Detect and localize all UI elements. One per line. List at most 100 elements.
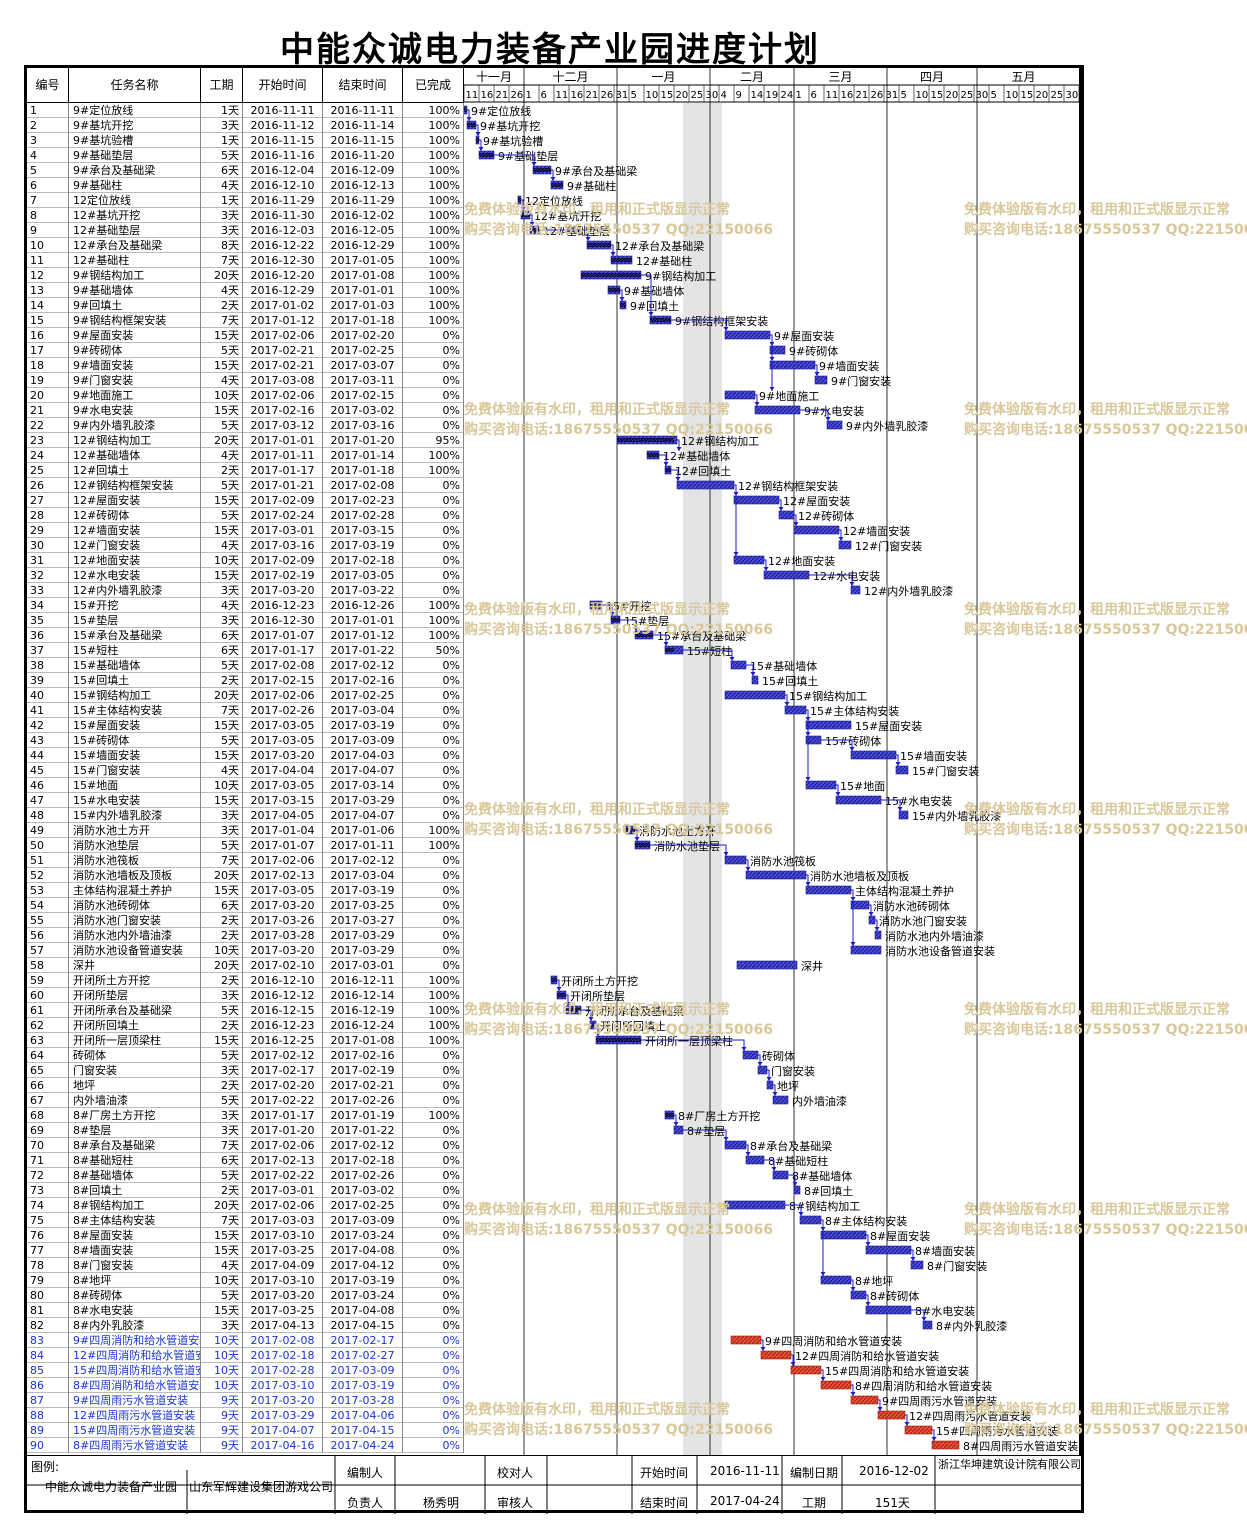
table-row[interactable]: 46 15#地面 10天 2017-03-05 2017-03-14 0% bbox=[27, 778, 464, 793]
table-row[interactable]: 23 12#钢结构加工 20天 2017-01-01 2017-01-20 95% bbox=[27, 433, 464, 448]
table-row[interactable]: 19 9#门窗安装 4天 2017-03-08 2017-03-11 0% bbox=[27, 373, 464, 388]
table-row[interactable]: 40 15#钢结构加工 20天 2017-02-06 2017-02-25 0% bbox=[27, 688, 464, 703]
table-row[interactable]: 8515#四周消防和给水管道安装10天2017-02-282017-03-090… bbox=[27, 1363, 464, 1378]
table-row[interactable]: 69 8#垫层 3天 2017-01-20 2017-01-22 0% bbox=[27, 1123, 464, 1138]
table-cell: 2017-02-09 bbox=[243, 493, 323, 508]
table-row[interactable]: 44 15#墙面安装 15天 2017-03-20 2017-04-03 0% bbox=[27, 748, 464, 763]
table-row[interactable]: 70 8#承台及基础梁 7天 2017-02-06 2017-02-12 0% bbox=[27, 1138, 464, 1153]
table-row[interactable]: 16 9#屋面安装 15天 2017-02-06 2017-02-20 0% bbox=[27, 328, 464, 343]
table-row[interactable]: 1 9#定位放线 1天 2016-11-11 2016-11-11 100% bbox=[27, 103, 464, 118]
table-row[interactable]: 4 9#基础垫层 5天 2016-11-16 2016-11-20 100% bbox=[27, 148, 464, 163]
table-row[interactable]: 60 开闭所垫层 3天 2016-12-12 2016-12-14 100% bbox=[27, 988, 464, 1003]
table-row[interactable]: 14 9#回填土 2天 2017-01-02 2017-01-03 100% bbox=[27, 298, 464, 313]
table-row[interactable]: 62 开闭所回填土 2天 2016-12-23 2016-12-24 100% bbox=[27, 1018, 464, 1033]
table-row[interactable]: 43 15#砖砌体 5天 2017-03-05 2017-03-09 0% bbox=[27, 733, 464, 748]
table-row[interactable]: 89 15#四周雨污水管道安装 9天 2017-04-07 2017-04-15 0% bbox=[27, 1423, 464, 1438]
table-row[interactable]: 8 12#基坑开挖 3天 2016-11-30 2016-12-02 100% bbox=[27, 208, 464, 223]
table-row[interactable]: 35 15#垫层 3天 2016-12-30 2017-01-01 100% bbox=[27, 613, 464, 628]
table-row[interactable]: 58 深井 20天 2017-02-10 2017-03-01 0% bbox=[27, 958, 464, 973]
table-row[interactable]: 42 15#屋面安装 15天 2017-03-05 2017-03-19 0% bbox=[27, 718, 464, 733]
table-row[interactable]: 90 8#四周雨污水管道安装 9天 2017-04-16 2017-04-24 0% bbox=[27, 1438, 464, 1453]
table-row[interactable]: 75 8#主体结构安装 7天 2017-03-03 2017-03-09 0% bbox=[27, 1213, 464, 1228]
task-bar-label: 15#短柱 bbox=[687, 644, 732, 658]
table-row[interactable]: 47 15#水电安装 15天 2017-03-15 2017-03-29 0% bbox=[27, 793, 464, 808]
table-row[interactable]: 71 8#基础短柱 6天 2017-02-13 2017-02-18 0% bbox=[27, 1153, 464, 1168]
table-row[interactable]: 15 9#钢结构框架安装 7天 2017-01-12 2017-01-18 100% bbox=[27, 313, 464, 328]
table-row[interactable]: 20 9#地面施工 10天 2017-02-06 2017-02-15 0% bbox=[27, 388, 464, 403]
table-row[interactable]: 73 8#回填土 2天 2017-03-01 2017-03-02 0% bbox=[27, 1183, 464, 1198]
table-row[interactable]: 56 消防水池内外墙油漆 2天 2017-03-28 2017-03-29 0% bbox=[27, 928, 464, 943]
table-row[interactable]: 74 8#钢结构加工 20天 2017-02-06 2017-02-25 0% bbox=[27, 1198, 464, 1213]
table-row[interactable]: 25 12#回填土 2天 2017-01-17 2017-01-18 100% bbox=[27, 463, 464, 478]
table-row[interactable]: 61 开闭所承台及基础梁 5天 2016-12-15 2016-12-19 100% bbox=[27, 1003, 464, 1018]
dependency-arrowhead bbox=[745, 867, 751, 871]
table-row[interactable]: 29 12#墙面安装 15天 2017-03-01 2017-03-15 0% bbox=[27, 523, 464, 538]
table-row[interactable]: 7 12定位放线 1天 2016-11-29 2016-11-29 100% bbox=[27, 193, 464, 208]
table-row[interactable]: 77 8#墙面安装 15天 2017-03-25 2017-04-08 0% bbox=[27, 1243, 464, 1258]
table-row[interactable]: 34 15#开挖 4天 2016-12-23 2016-12-26 100% bbox=[27, 598, 464, 613]
table-row[interactable]: 88 12#四周雨污水管道安装 9天 2017-03-29 2017-04-06 0% bbox=[27, 1408, 464, 1423]
table-row[interactable]: 68 8#厂房土方开挖 3天 2017-01-17 2017-01-19 100% bbox=[27, 1108, 464, 1123]
table-row[interactable]: 63 开闭所一层顶梁柱 15天 2016-12-25 2017-01-08 100% bbox=[27, 1033, 464, 1048]
table-row[interactable]: 2 9#基坑开挖 3天 2016-11-12 2016-11-14 100% bbox=[27, 118, 464, 133]
table-row[interactable]: 50 消防水池垫层 5天 2017-01-07 2017-01-11 100% bbox=[27, 838, 464, 853]
table-row[interactable]: 72 8#基础墙体 5天 2017-02-22 2017-02-26 0% bbox=[27, 1168, 464, 1183]
table-row[interactable]: 38 15#基础墙体 5天 2017-02-08 2017-02-12 0% bbox=[27, 658, 464, 673]
table-row[interactable]: 52 消防水池墙板及顶板 20天 2017-02-13 2017-03-04 0% bbox=[27, 868, 464, 883]
table-row[interactable]: 82 8#内外乳胶漆 3天 2017-04-13 2017-04-15 0% bbox=[27, 1318, 464, 1333]
table-row[interactable]: 28 12#砖砌体 5天 2017-02-24 2017-02-28 0% bbox=[27, 508, 464, 523]
table-cell: 1 bbox=[27, 103, 69, 118]
table-row[interactable]: 57 消防水池设备管道安装 10天 2017-03-20 2017-03-29 0% bbox=[27, 943, 464, 958]
table-row[interactable]: 87 9#四周雨污水管道安装 9天 2017-03-20 2017-03-28 0% bbox=[27, 1393, 464, 1408]
table-row[interactable]: 39 15#回填土 2天 2017-02-15 2017-02-16 0% bbox=[27, 673, 464, 688]
table-row[interactable]: 76 8#屋面安装 15天 2017-03-10 2017-03-24 0% bbox=[27, 1228, 464, 1243]
table-row[interactable]: 21 9#水电安装 15天 2017-02-16 2017-03-02 0% bbox=[27, 403, 464, 418]
table-row[interactable]: 78 8#门窗安装 4天 2017-04-09 2017-04-12 0% bbox=[27, 1258, 464, 1273]
table-row[interactable]: 36 15#承台及基础梁 6天 2017-01-07 2017-01-12 100% bbox=[27, 628, 464, 643]
table-row[interactable]: 24 12#基础墙体 4天 2017-01-11 2017-01-14 100% bbox=[27, 448, 464, 463]
table-row[interactable]: 32 12#水电安装 15天 2017-02-19 2017-03-05 0% bbox=[27, 568, 464, 583]
table-row[interactable]: 41 15#主体结构安装 7天 2017-02-26 2017-03-04 0% bbox=[27, 703, 464, 718]
table-row[interactable]: 27 12#屋面安装 15天 2017-02-09 2017-02-23 0% bbox=[27, 493, 464, 508]
table-row[interactable]: 83 9#四周消防和给水管道安装 10天 2017-02-08 2017-02-17 0% bbox=[27, 1333, 464, 1348]
table-row[interactable]: 5 9#承台及基础梁 6天 2016-12-04 2016-12-09 100% bbox=[27, 163, 464, 178]
table-row[interactable]: 8412#四周消防和给水管道安装10天2017-02-182017-02-270… bbox=[27, 1348, 464, 1363]
table-row[interactable]: 9 12#基础垫层 3天 2016-12-03 2016-12-05 100% bbox=[27, 223, 464, 238]
table-row[interactable]: 30 12#门窗安装 4天 2017-03-16 2017-03-19 0% bbox=[27, 538, 464, 553]
table-row[interactable]: 79 8#地坪 10天 2017-03-10 2017-03-19 0% bbox=[27, 1273, 464, 1288]
table-row[interactable]: 51 消防水池筏板 7天 2017-02-06 2017-02-12 0% bbox=[27, 853, 464, 868]
table-row[interactable]: 22 9#内外墙乳胶漆 5天 2017-03-12 2017-03-16 0% bbox=[27, 418, 464, 433]
table-row[interactable]: 13 9#基础墙体 4天 2016-12-29 2017-01-01 100% bbox=[27, 283, 464, 298]
table-row[interactable]: 11 12#基础柱 7天 2016-12-30 2017-01-05 100% bbox=[27, 253, 464, 268]
table-row[interactable]: 10 12#承台及基础梁 8天 2016-12-22 2016-12-29 100% bbox=[27, 238, 464, 253]
table-row[interactable]: 66 地坪 2天 2017-02-20 2017-02-21 0% bbox=[27, 1078, 464, 1093]
table-row[interactable]: 53 主体结构混凝土养护 15天 2017-03-05 2017-03-19 0% bbox=[27, 883, 464, 898]
table-row[interactable]: 59 开闭所土方开挖 2天 2016-12-10 2016-12-11 100% bbox=[27, 973, 464, 988]
table-row[interactable]: 26 12#钢结构框架安装 5天 2017-01-21 2017-02-08 0% bbox=[27, 478, 464, 493]
table-row[interactable]: 31 12#地面安装 10天 2017-02-09 2017-02-18 0% bbox=[27, 553, 464, 568]
table-row[interactable]: 86 8#四周消防和给水管道安装 10天 2017-03-10 2017-03-19 0% bbox=[27, 1378, 464, 1393]
table-cell: 15#承台及基础梁 bbox=[69, 628, 201, 643]
table-row[interactable]: 81 8#水电安装 15天 2017-03-25 2017-04-08 0% bbox=[27, 1303, 464, 1318]
table-row[interactable]: 3 9#基坑验槽 1天 2016-11-15 2016-11-15 100% bbox=[27, 133, 464, 148]
table-row[interactable]: 64 砖砌体 5天 2017-02-12 2017-02-16 0% bbox=[27, 1048, 464, 1063]
table-row[interactable]: 48 15#内外墙乳胶漆 3天 2017-04-05 2017-04-07 0% bbox=[27, 808, 464, 823]
table-row[interactable]: 37 15#短柱 6天 2017-01-17 2017-01-22 50% bbox=[27, 643, 464, 658]
table-row[interactable]: 18 9#墙面安装 15天 2017-02-21 2017-03-07 0% bbox=[27, 358, 464, 373]
table-row[interactable]: 55 消防水池门窗安装 2天 2017-03-26 2017-03-27 0% bbox=[27, 913, 464, 928]
task-bar bbox=[850, 1290, 867, 1300]
table-row[interactable]: 12 9#钢结构加工 20天 2016-12-20 2017-01-08 100% bbox=[27, 268, 464, 283]
table-row[interactable]: 33 12#内外墙乳胶漆 3天 2017-03-20 2017-03-22 0% bbox=[27, 583, 464, 598]
table-row[interactable]: 67 内外墙油漆 5天 2017-02-22 2017-02-26 0% bbox=[27, 1093, 464, 1108]
table-row[interactable]: 54 消防水池砖砌体 6天 2017-03-20 2017-03-25 0% bbox=[27, 898, 464, 913]
table-cell: 2016-12-12 bbox=[243, 988, 323, 1003]
table-row[interactable]: 65 门窗安装 3天 2017-02-17 2017-02-19 0% bbox=[27, 1063, 464, 1078]
task-bar-label: 12#砖砌体 bbox=[798, 509, 854, 523]
table-row[interactable]: 49 消防水池土方开 3天 2017-01-04 2017-01-06 100% bbox=[27, 823, 464, 838]
table-row[interactable]: 45 15#门窗安装 4天 2017-04-04 2017-04-07 0% bbox=[27, 763, 464, 778]
table-cell: 3天 bbox=[201, 808, 243, 823]
task-bar bbox=[877, 1410, 906, 1420]
table-row[interactable]: 17 9#砖砌体 5天 2017-02-21 2017-02-25 0% bbox=[27, 343, 464, 358]
table-row[interactable]: 6 9#基础柱 4天 2016-12-10 2016-12-13 100% bbox=[27, 178, 464, 193]
table-row[interactable]: 80 8#砖砌体 5天 2017-03-20 2017-03-24 0% bbox=[27, 1288, 464, 1303]
